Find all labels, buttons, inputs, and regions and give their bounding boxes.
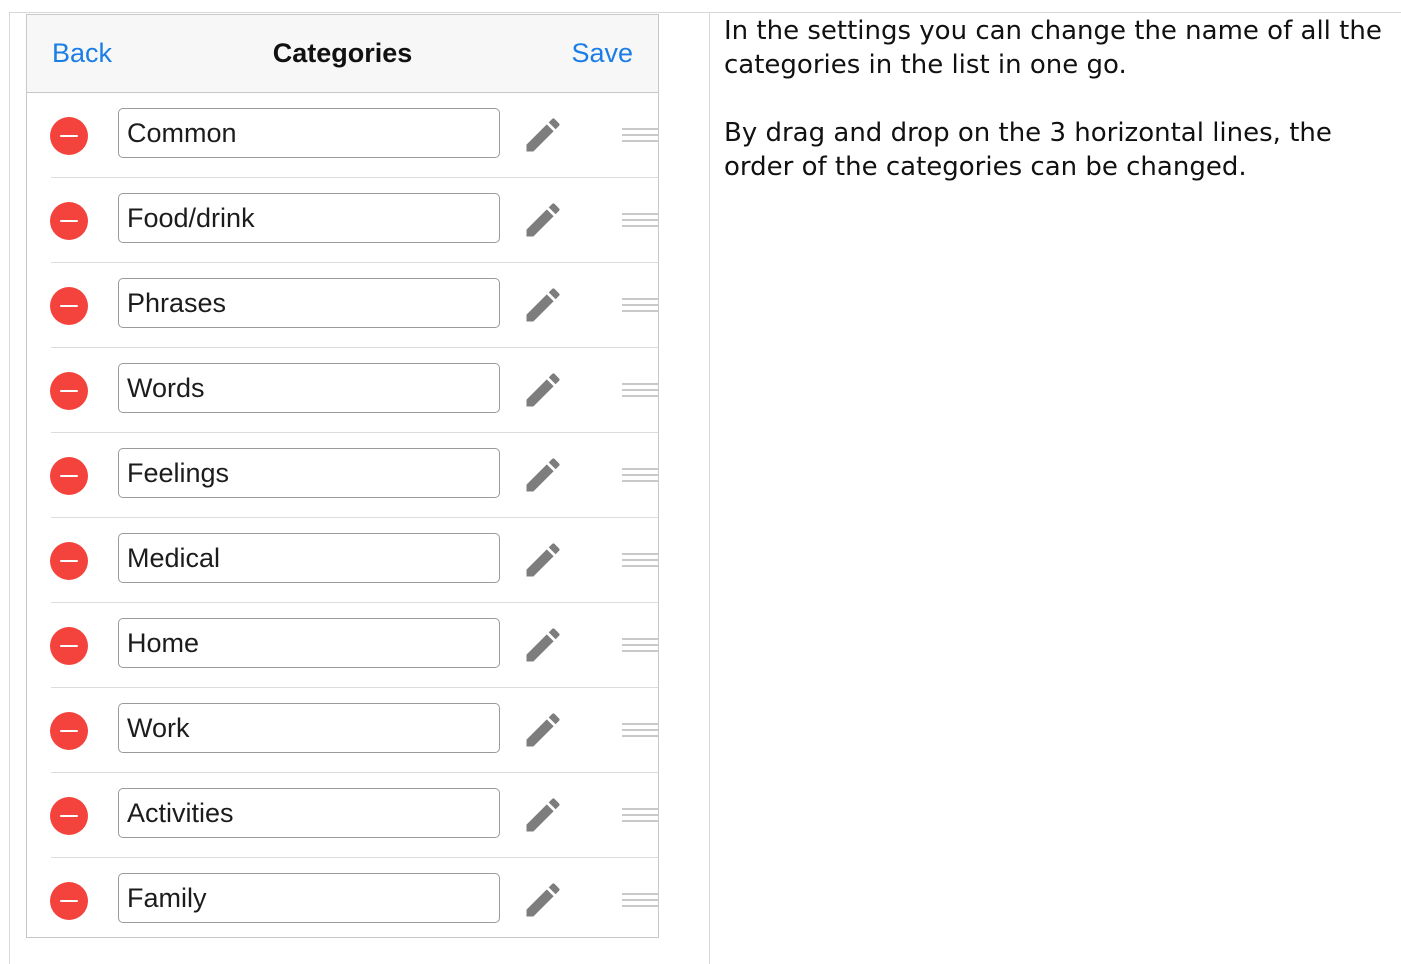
minus-circle-icon[interactable] (50, 797, 88, 835)
minus-circle-icon[interactable] (50, 117, 88, 155)
category-row (50, 263, 658, 348)
table-column-divider (709, 12, 710, 964)
drag-handle-icon[interactable] (622, 295, 658, 315)
category-row (50, 858, 658, 937)
category-row (50, 688, 658, 773)
category-name-input[interactable] (118, 278, 500, 328)
drag-handle-icon[interactable] (622, 465, 658, 485)
drag-handle-icon[interactable] (622, 720, 658, 740)
pencil-icon[interactable] (521, 878, 565, 922)
pencil-icon[interactable] (521, 538, 565, 582)
category-name-input[interactable] (118, 193, 500, 243)
category-row (50, 178, 658, 263)
minus-circle-icon[interactable] (50, 372, 88, 410)
minus-circle-icon[interactable] (50, 542, 88, 580)
navigation-bar: Back Categories Save (27, 15, 658, 93)
pencil-icon[interactable] (521, 623, 565, 667)
minus-circle-icon[interactable] (50, 457, 88, 495)
category-row (50, 603, 658, 688)
category-name-input[interactable] (118, 618, 500, 668)
category-row (50, 93, 658, 178)
explanation-paragraph: By drag and drop on the 3 horizontal lin… (724, 118, 1332, 182)
category-name-input[interactable] (118, 448, 500, 498)
category-name-input[interactable] (118, 873, 500, 923)
table-border-left (9, 12, 10, 964)
category-name-input[interactable] (118, 703, 500, 753)
drag-handle-icon[interactable] (622, 635, 658, 655)
category-row (50, 433, 658, 518)
pencil-icon[interactable] (521, 708, 565, 752)
explanation-text: In the settings you can change the name … (724, 14, 1394, 218)
drag-handle-icon[interactable] (622, 550, 658, 570)
explanation-paragraph: In the settings you can change the name … (724, 16, 1382, 80)
category-row (50, 518, 658, 603)
pencil-icon[interactable] (521, 368, 565, 412)
category-name-input[interactable] (118, 533, 500, 583)
drag-handle-icon[interactable] (622, 890, 658, 910)
page-title: Categories (272, 38, 413, 68)
pencil-icon[interactable] (521, 113, 565, 157)
minus-circle-icon[interactable] (50, 202, 88, 240)
category-row (50, 773, 658, 858)
pencil-icon[interactable] (521, 793, 565, 837)
table-border-top (9, 12, 1401, 13)
drag-handle-icon[interactable] (622, 125, 658, 145)
minus-circle-icon[interactable] (50, 882, 88, 920)
minus-circle-icon[interactable] (50, 712, 88, 750)
category-name-input[interactable] (118, 108, 500, 158)
drag-handle-icon[interactable] (622, 805, 658, 825)
category-name-input[interactable] (118, 788, 500, 838)
pencil-icon[interactable] (521, 453, 565, 497)
drag-handle-icon[interactable] (622, 210, 658, 230)
minus-circle-icon[interactable] (50, 627, 88, 665)
minus-circle-icon[interactable] (50, 287, 88, 325)
category-list (27, 93, 658, 937)
category-name-input[interactable] (118, 363, 500, 413)
app-screenshot: Back Categories Save (26, 14, 659, 938)
category-row (50, 348, 658, 433)
pencil-icon[interactable] (521, 283, 565, 327)
save-button[interactable]: Save (571, 38, 633, 69)
pencil-icon[interactable] (521, 198, 565, 242)
drag-handle-icon[interactable] (622, 380, 658, 400)
